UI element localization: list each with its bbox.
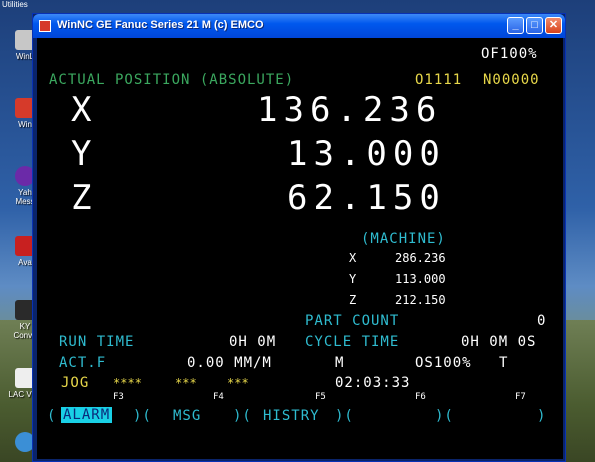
axis-value: 136.236 (257, 90, 443, 130)
close-button[interactable]: ✕ (545, 17, 562, 34)
feed-label: ACT.F (59, 355, 107, 371)
window-title: WinNC GE Fanuc Series 21 M (c) EMCO (57, 19, 264, 31)
machine-axis-label: Y (349, 272, 357, 286)
axis-label: Y (71, 134, 98, 174)
block-number: N00000 (483, 72, 540, 88)
run-time-label: RUN TIME (59, 334, 135, 350)
desktop-icon-label: Ava (18, 258, 32, 267)
fkey-label: F7 (515, 392, 526, 402)
fkey-label: F6 (415, 392, 426, 402)
mode-indicator: JOG (61, 375, 90, 391)
fkey-label: F5 (315, 392, 326, 402)
softkey-bracket: ) (537, 408, 547, 424)
softkey-histry[interactable]: HISTRY (263, 408, 320, 424)
softkey-bracket: )( (435, 408, 454, 424)
cycle-time-value: 0H 0M 0S (461, 334, 537, 350)
fkey-label: F3 (113, 392, 124, 402)
cnc-screen: OF100% ACTUAL POSITION (ABSOLUTE) O1111 … (37, 38, 563, 459)
axis-label: X (71, 90, 98, 130)
softkey-bracket: )( (233, 408, 252, 424)
machine-axis-label: X (349, 251, 357, 265)
softkey-alarm[interactable]: ALARM (61, 407, 113, 423)
machine-axis-label: Z (349, 293, 357, 307)
softkey-bracket: )( (133, 408, 152, 424)
winnc-window: WinNC GE Fanuc Series 21 M (c) EMCO _ □ … (32, 13, 566, 462)
softkey-msg[interactable]: MSG (173, 408, 201, 424)
spindle-override: OS100% (415, 355, 472, 371)
run-time-value: 0H 0M (229, 334, 277, 350)
machine-axis-value: 212.150 (395, 293, 446, 307)
desktop-top-text: Utilities (2, 0, 28, 9)
maximize-button[interactable]: □ (526, 17, 543, 34)
part-count-value: 0 (537, 313, 547, 329)
machine-axis-value: 113.000 (395, 272, 446, 286)
minimize-button[interactable]: _ (507, 17, 524, 34)
axis-value: 13.000 (287, 134, 446, 174)
program-number: O1111 (415, 72, 463, 88)
m-code-label: M (335, 355, 345, 371)
axis-label: Z (71, 178, 98, 218)
part-count-label: PART COUNT (305, 313, 400, 329)
softkey-bracket: )( (335, 408, 354, 424)
feed-value: 0.00 MM/M (187, 355, 272, 371)
desktop-icon-label: Win (18, 120, 32, 129)
app-icon (39, 20, 51, 32)
machine-label: (MACHINE) (361, 231, 446, 247)
machine-axis-value: 286.236 (395, 251, 446, 265)
cycle-time-label: CYCLE TIME (305, 334, 400, 350)
screen-title: ACTUAL POSITION (ABSOLUTE) (49, 72, 295, 88)
status-stars: *** (227, 376, 249, 390)
status-stars: **** (113, 376, 142, 390)
fkey-label: F4 (213, 392, 224, 402)
axis-value: 62.150 (287, 178, 446, 218)
softkey-bracket: ( (47, 408, 57, 424)
title-bar[interactable]: WinNC GE Fanuc Series 21 M (c) EMCO _ □ … (33, 14, 565, 38)
clock: 02:03:33 (335, 375, 411, 391)
status-stars: *** (175, 376, 197, 390)
override-value: OF100% (481, 46, 538, 62)
tool-label: T (499, 355, 509, 371)
